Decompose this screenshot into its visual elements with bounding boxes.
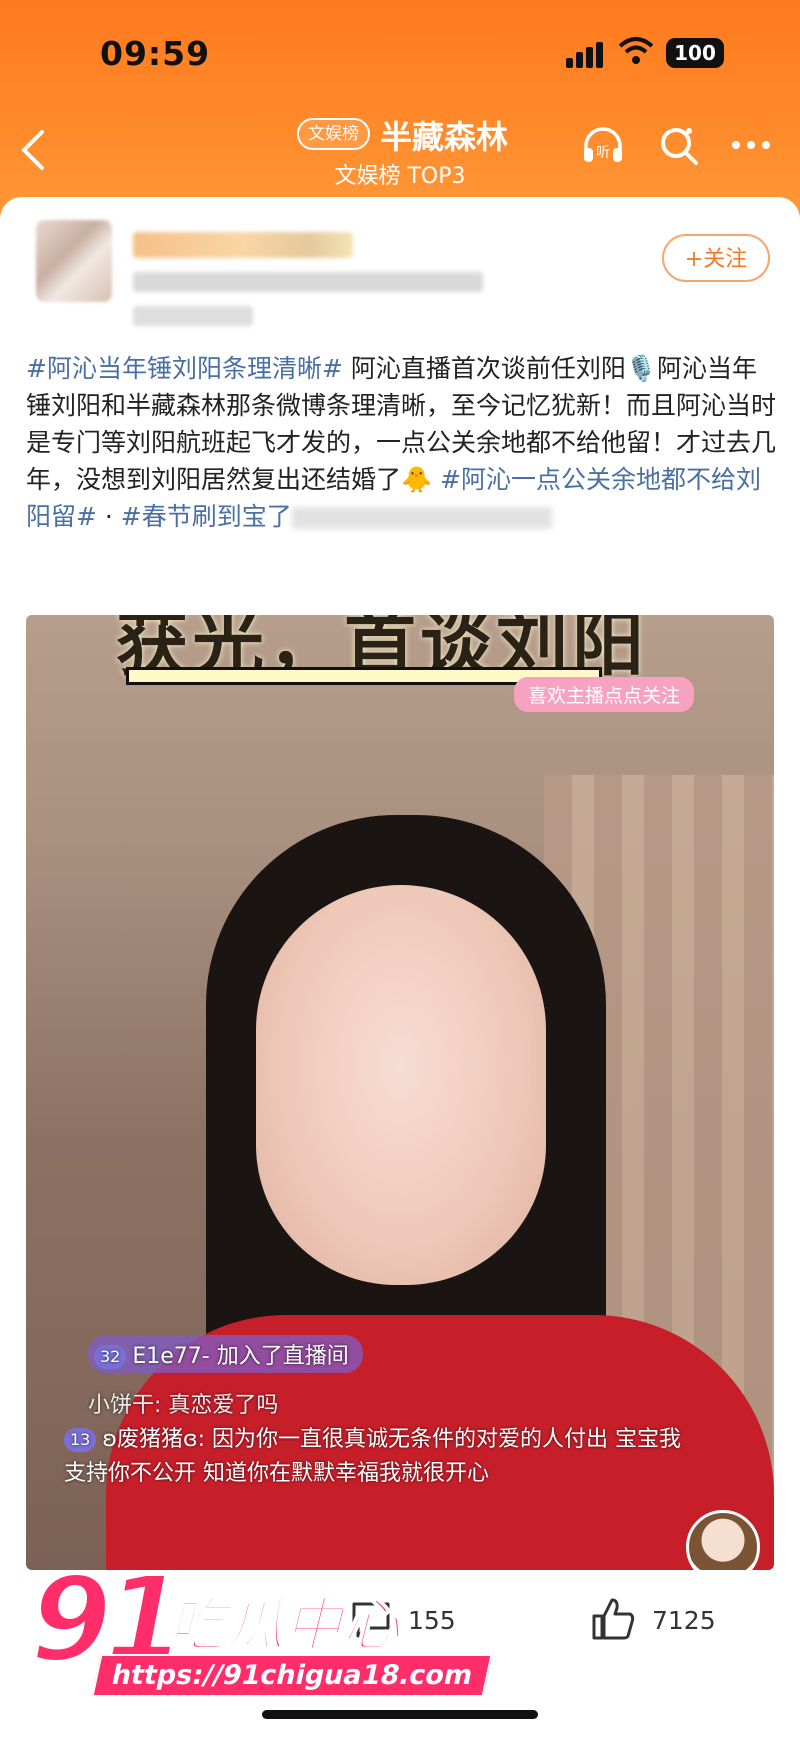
page-title: 半藏森林 [380, 118, 509, 156]
live-chat-message: 小饼干: 真恋爱了吗 [88, 1393, 279, 1418]
post-meta-blurred [133, 272, 483, 292]
top-header: 09:59 100 文娱榜 半藏森林 文娱榜 TOP3 听 [0, 0, 800, 230]
separator: · [96, 502, 121, 531]
follow-tip: 喜欢主播点点关注 [514, 677, 695, 712]
hashtag-link[interactable]: #春节刷到宝了 [121, 502, 292, 531]
level-badge: 32 [94, 1345, 127, 1369]
watermark-name: 吃瓜中心 [167, 1590, 401, 1660]
streamer-face [256, 885, 546, 1285]
video-player[interactable]: 获光，首谈刘阳 喜欢主播点点关注 32 E1e77- 加入了直播间 小饼干: 真恋… [26, 615, 774, 1570]
like-icon[interactable] [590, 1596, 636, 1642]
live-chat-message: 13 ʚ废猪猪ɞ: 因为你一直很真诚无条件的对爱的人付出 宝宝我支持你不公开 知道… [64, 1427, 681, 1486]
live-join-message: 32 E1e77- 加入了直播间 [88, 1335, 363, 1373]
blurred-text [291, 507, 552, 529]
author-name-blurred[interactable] [133, 232, 353, 258]
listen-icon[interactable]: 听 [580, 122, 626, 168]
more-icon[interactable] [728, 122, 774, 168]
author-avatar[interactable] [36, 220, 112, 302]
signal-icon [566, 42, 608, 68]
battery-indicator: 100 [666, 38, 724, 68]
status-time: 09:59 [100, 34, 211, 73]
svg-text:听: 听 [596, 145, 610, 161]
home-indicator[interactable] [262, 1710, 538, 1719]
wifi-icon [618, 37, 654, 64]
like-count[interactable]: 7125 [652, 1606, 716, 1635]
post-text: #阿沁当年锤刘阳条理清晰# 阿沁直播首次谈前任刘阳🎙️阿沁当年锤刘阳和半藏森林那… [26, 350, 778, 535]
search-icon[interactable] [656, 122, 702, 168]
watermark-url: https://91chigua18.com [91, 1654, 493, 1697]
hashtag-link[interactable]: #阿沁当年锤刘阳条理清晰# [26, 354, 343, 383]
level-badge: 13 [64, 1428, 97, 1452]
ranking-badge: 文娱榜 [297, 118, 370, 150]
comment-count[interactable]: 155 [408, 1606, 456, 1635]
follow-button[interactable]: +关注 [662, 234, 770, 282]
post-meta-blurred-2 [133, 306, 253, 326]
